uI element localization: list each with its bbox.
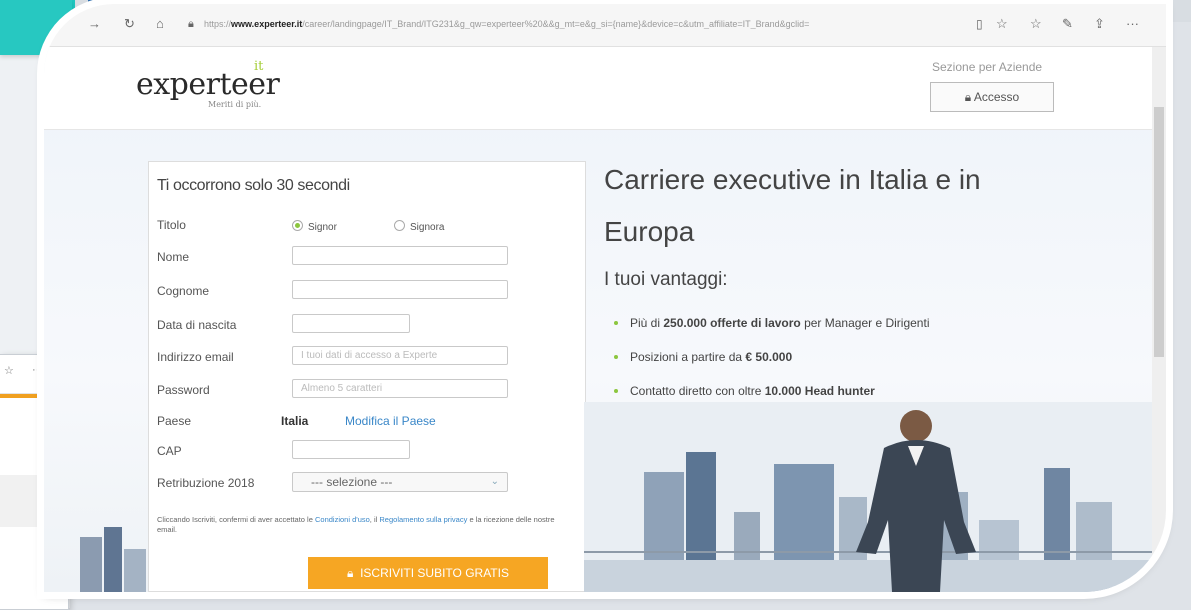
nascita-label: Data di nascita (157, 318, 237, 332)
cap-input[interactable] (292, 440, 410, 459)
radio-signor[interactable]: Signor (292, 220, 337, 233)
form-title: Ti occorrono solo 30 secondi (157, 177, 350, 194)
paese-label: Paese (157, 414, 192, 428)
benefit-item: Contatto diretto con oltre 10.000 Head h… (614, 384, 875, 398)
radio-signora[interactable]: Signora (394, 220, 444, 233)
refresh-icon[interactable]: ↻ (124, 17, 135, 31)
web-page: experteer it Meriti di più. Sezione per … (44, 47, 1152, 592)
lock-icon: 🔒︎ (347, 566, 354, 580)
change-country-link[interactable]: Modifica il Paese (345, 414, 436, 428)
page-scrollbar[interactable] (1152, 47, 1166, 592)
cap-label: CAP (157, 444, 182, 458)
terms-link[interactable]: Condizioni d'uso (315, 515, 370, 524)
favorites-bar-icon[interactable]: ☆ (1030, 17, 1042, 31)
more-icon: ··· (32, 364, 43, 376)
titolo-label: Titolo (157, 218, 186, 232)
favorites-bar-icon: ☆ (4, 365, 14, 377)
logo-tagline: Meriti di più. (208, 100, 262, 109)
company-section-link[interactable]: Sezione per Aziende (932, 60, 1042, 74)
site-header: experteer it Meriti di più. Sezione per … (44, 47, 1152, 130)
lock-icon: 🔒︎ (188, 18, 194, 30)
reading-view-icon[interactable]: ▯ (976, 17, 983, 31)
nome-input[interactable] (292, 246, 508, 265)
home-icon[interactable]: ⌂ (156, 17, 164, 31)
password-input[interactable]: Almeno 5 caratteri (292, 379, 508, 398)
address-bar: → ↻ ⌂ 🔒︎ https://www.experteer.it/career… (44, 4, 1166, 47)
logo-country: it (254, 59, 264, 74)
chevron-down-icon: ⌄ (490, 476, 499, 487)
birthdate-input[interactable] (292, 314, 410, 333)
city-skyline-illustration (584, 402, 1152, 592)
pen-icon[interactable]: ✎ (1062, 17, 1073, 31)
hero-title: Carriere executive in Italia e in Europa (604, 164, 981, 247)
signup-form: Ti occorrono solo 30 secondi Titolo Sign… (148, 161, 586, 592)
building-left (80, 527, 146, 592)
browser-window: → ↻ ⌂ 🔒︎ https://www.experteer.it/career… (44, 4, 1166, 592)
share-icon[interactable]: ⇪ (1094, 17, 1105, 31)
more-icon[interactable]: ··· (1126, 17, 1139, 31)
retribuzione-label: Retribuzione 2018 (157, 476, 255, 490)
login-button[interactable]: 🔒︎ Accesso (930, 82, 1054, 112)
retribuzione-select[interactable]: --- selezione --- ⌄ (292, 472, 508, 492)
cognome-input[interactable] (292, 280, 508, 299)
password-label: Password (157, 383, 210, 397)
favorite-icon[interactable]: ☆ (996, 17, 1008, 31)
email-label: Indirizzo email (157, 350, 234, 364)
paese-value: Italia (281, 414, 309, 428)
nome-label: Nome (157, 250, 190, 264)
email-input[interactable]: I tuoi dati di accesso a Experte (292, 346, 508, 365)
hero-subtitle: I tuoi vantaggi: (604, 269, 728, 290)
benefit-item: Posizioni a partire da € 50.000 (614, 350, 792, 364)
back-icon[interactable]: → (88, 17, 101, 31)
privacy-link[interactable]: Regolamento sulla privacy (379, 515, 467, 524)
lock-icon: 🔒︎ (964, 90, 972, 104)
signup-button[interactable]: 🔒︎ ISCRIVITI SUBITO GRATIS (308, 557, 548, 589)
terms-text: Cliccando Iscriviti, confermi di aver ac… (157, 515, 555, 534)
url-field[interactable]: https://www.experteer.it/career/landingp… (204, 19, 964, 29)
benefit-item: Più di 250.000 offerte di lavoro per Man… (614, 316, 929, 330)
cognome-label: Cognome (157, 284, 210, 298)
